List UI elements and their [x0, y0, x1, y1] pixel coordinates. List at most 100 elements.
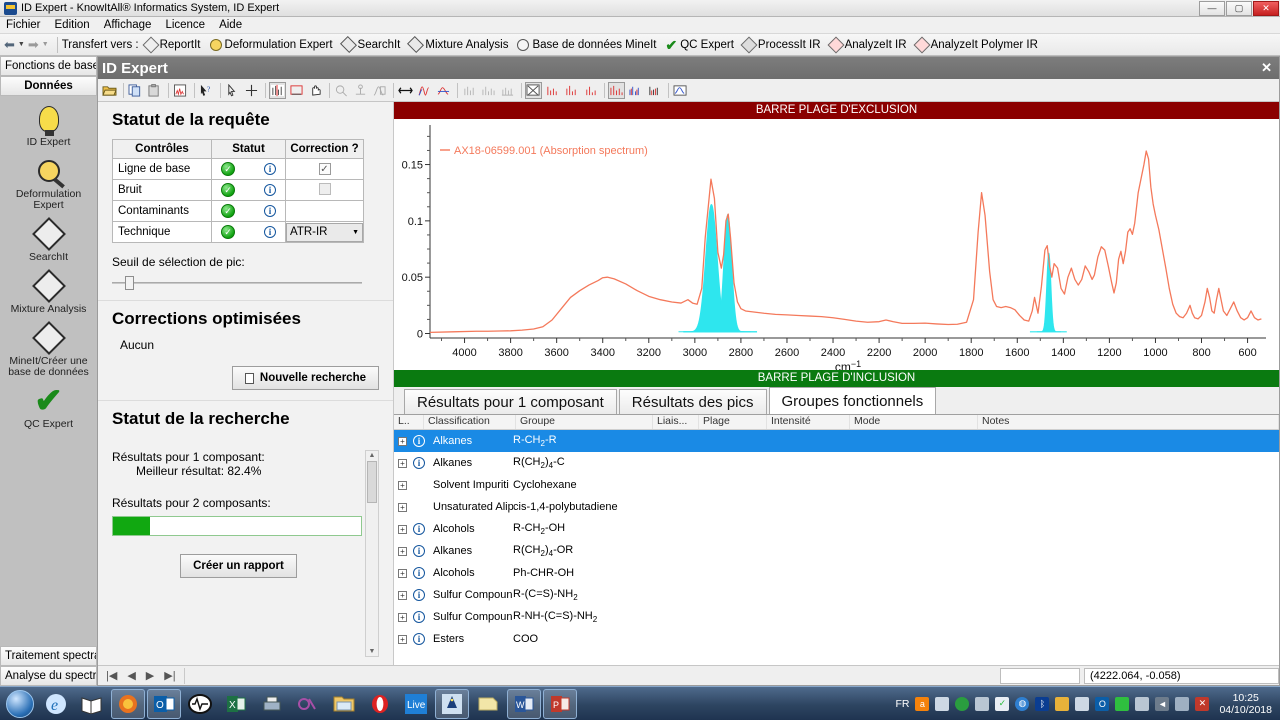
- correction-cell[interactable]: ✓: [286, 159, 364, 180]
- taskbar-item-wizard[interactable]: [435, 689, 469, 719]
- zoom-out-icon[interactable]: [333, 82, 350, 99]
- taskbar-item-internet-explorer[interactable]: e: [39, 689, 73, 719]
- scroll-up-icon[interactable]: ▲: [369, 452, 376, 459]
- baseline-icon[interactable]: [288, 82, 305, 99]
- info-icon[interactable]: i: [413, 633, 425, 645]
- display-icon[interactable]: [935, 697, 949, 711]
- peaks3-icon[interactable]: [582, 82, 599, 99]
- taskbar-item-printer[interactable]: [255, 689, 289, 719]
- normalize-icon[interactable]: [352, 82, 369, 99]
- volume-muted-icon[interactable]: ◄: [1155, 697, 1169, 711]
- menu-item-edition[interactable]: Edition: [55, 19, 90, 31]
- menu-item-licence[interactable]: Licence: [165, 19, 205, 31]
- info-icon[interactable]: i: [264, 163, 276, 175]
- overlay1-icon[interactable]: [608, 82, 625, 99]
- table-row[interactable]: Contaminants ✓ i: [113, 201, 364, 222]
- taskbar-item-outlook[interactable]: O: [147, 689, 181, 719]
- sidebar-item-mineit[interactable]: MineIt/Créer une base de données: [0, 321, 97, 378]
- row-expander[interactable]: +: [398, 613, 407, 622]
- id-expert-close-icon[interactable]: ✕: [1261, 60, 1275, 76]
- table-row[interactable]: +iSulfur CompounR-(C=S)-NH2: [394, 584, 1279, 606]
- col-notes[interactable]: Notes: [978, 415, 1279, 429]
- row-expander[interactable]: +: [398, 503, 407, 512]
- first-record-button[interactable]: |◀: [106, 669, 117, 682]
- menu-item-aide[interactable]: Aide: [219, 19, 242, 31]
- clear-overlay-icon[interactable]: [525, 82, 542, 99]
- col-liaison[interactable]: Liais...: [653, 415, 699, 429]
- table-row[interactable]: +Solvent ImpuritiCyclohexane: [394, 474, 1279, 496]
- taskbar-item-firefox[interactable]: [111, 689, 145, 719]
- info-icon[interactable]: i: [413, 589, 425, 601]
- crosshair-icon[interactable]: [243, 82, 260, 99]
- table-row[interactable]: +iAlcoholsPh-CHR-OH: [394, 562, 1279, 584]
- sidebar-item-qc-expert[interactable]: ✔ QC Expert: [0, 384, 97, 430]
- stack2-icon[interactable]: [480, 82, 497, 99]
- forward-arrow-icon[interactable]: ➡: [28, 37, 39, 53]
- taskbar-item-dictionary[interactable]: [75, 689, 109, 719]
- table-row[interactable]: Bruit ✓ i: [113, 180, 364, 201]
- sync-check-icon[interactable]: ✓: [995, 697, 1009, 711]
- col-plage[interactable]: Plage: [699, 415, 767, 429]
- taskbar-item-word[interactable]: W: [507, 689, 541, 719]
- info-icon[interactable]: i: [264, 184, 276, 196]
- table-row[interactable]: +iSulfur CompounR-NH-(C=S)-NH2: [394, 606, 1279, 628]
- overlay3-icon[interactable]: [646, 82, 663, 99]
- info-icon[interactable]: i: [264, 226, 276, 238]
- info-icon[interactable]: i: [413, 567, 425, 579]
- row-expander[interactable]: +: [398, 437, 407, 446]
- taskbar-item-excel[interactable]: X: [219, 689, 253, 719]
- new-search-button[interactable]: Nouvelle recherche: [232, 366, 379, 390]
- rail-tab-donnees[interactable]: Données: [0, 76, 97, 96]
- paste-icon[interactable]: [146, 82, 163, 99]
- toolbar-analyzeit-ir[interactable]: AnalyzeIt IR: [830, 39, 907, 51]
- wifi-icon[interactable]: [955, 697, 969, 711]
- next-record-button[interactable]: ▶: [146, 669, 154, 682]
- security-icon[interactable]: ◍: [1015, 697, 1029, 711]
- menu-item-affichage[interactable]: Affichage: [104, 19, 152, 31]
- row-expander[interactable]: +: [398, 547, 407, 556]
- sidebar-item-id-expert[interactable]: ID Expert: [0, 102, 97, 148]
- previous-record-button[interactable]: ◀: [127, 669, 135, 682]
- export-chart-icon[interactable]: [672, 82, 689, 99]
- sidebar-item-searchit[interactable]: SearchIt: [0, 217, 97, 263]
- copy-icon[interactable]: [127, 82, 144, 99]
- cloud-icon[interactable]: [975, 697, 989, 711]
- overlay2-icon[interactable]: [627, 82, 644, 99]
- row-expander[interactable]: +: [398, 635, 407, 644]
- table-row[interactable]: +iAlkanesR(CH2)4-OR: [394, 540, 1279, 562]
- toolbar-qc-expert[interactable]: ✔ QC Expert: [666, 39, 734, 51]
- taskbar-item-waveform[interactable]: [183, 689, 217, 719]
- sidebar-item-deformulation-expert[interactable]: Deformulation Expert: [0, 154, 97, 211]
- col-groupe[interactable]: Groupe: [516, 415, 653, 429]
- last-record-button[interactable]: ▶|: [164, 669, 175, 682]
- maximize-button[interactable]: ▢: [1226, 1, 1252, 16]
- back-arrow-icon[interactable]: ⬅: [4, 37, 15, 53]
- table-row[interactable]: +Unsaturated Alipcis-1,4-polybutadiene: [394, 496, 1279, 518]
- bluetooth-icon[interactable]: ᛒ: [1035, 697, 1049, 711]
- table-row[interactable]: Ligne de base ✓ i ✓: [113, 159, 364, 180]
- toolbar-mineit-database[interactable]: Base de données MineIt: [517, 39, 656, 51]
- results-grid-body[interactable]: +iAlkanesR-CH2-R+iAlkanesR(CH2)4-C+Solve…: [394, 430, 1279, 665]
- info-icon[interactable]: i: [413, 435, 425, 447]
- menu-item-fichier[interactable]: Fichier: [6, 19, 41, 31]
- info-icon[interactable]: i: [264, 205, 276, 217]
- rail-tab-fonctions-de-base[interactable]: Fonctions de base: [0, 56, 97, 76]
- peaks1-icon[interactable]: [544, 82, 561, 99]
- taskbar-item-chain[interactable]: [291, 689, 325, 719]
- table-row[interactable]: +iAlkanesR(CH2)4-C: [394, 452, 1279, 474]
- peak-pick-icon[interactable]: [269, 82, 286, 99]
- peak-threshold-slider[interactable]: [112, 276, 362, 290]
- db-icon[interactable]: [1115, 697, 1129, 711]
- signal-icon[interactable]: [1175, 697, 1189, 711]
- minimize-button[interactable]: —: [1199, 1, 1225, 16]
- arrow-select-icon[interactable]: [224, 82, 241, 99]
- info-icon[interactable]: i: [413, 611, 425, 623]
- back-chevron-down-icon[interactable]: ▼: [18, 41, 25, 48]
- toolbar-deformulation-expert[interactable]: Deformulation Expert: [210, 39, 333, 51]
- peaks2-icon[interactable]: [563, 82, 580, 99]
- noise-correction-checkbox[interactable]: [319, 183, 331, 195]
- update-icon[interactable]: [1055, 697, 1069, 711]
- row-expander[interactable]: +: [398, 459, 407, 468]
- network-error-icon[interactable]: ✕: [1195, 697, 1209, 711]
- sidebar-item-mixture-analysis[interactable]: Mixture Analysis: [0, 269, 97, 315]
